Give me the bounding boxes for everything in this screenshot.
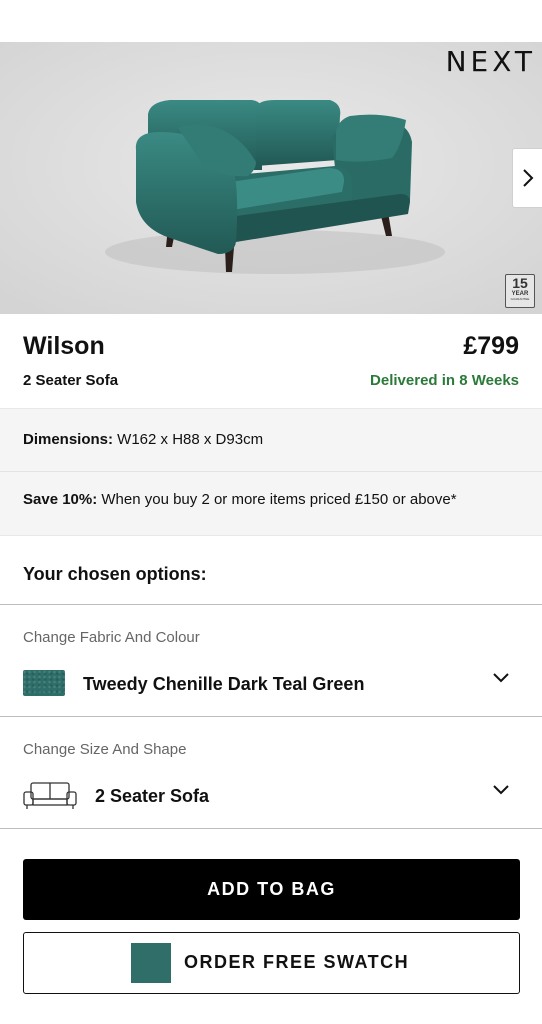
sofa-icon — [23, 782, 77, 809]
info-panel: Dimensions: W162 x H88 x D93cm Save 10%:… — [0, 408, 542, 536]
chevron-right-icon — [522, 169, 533, 187]
product-image[interactable]: NEXT 15 YEAR GUARANTEE — [0, 42, 542, 314]
order-swatch-button[interactable]: ORDER FREE SWATCH — [23, 932, 520, 994]
brand-logo: NEXT — [445, 45, 536, 78]
divider — [0, 716, 542, 717]
dimensions-value: W162 x H88 x D93cm — [113, 431, 264, 448]
promotion-label: Save 10%: — [23, 491, 98, 508]
product-subtitle: 2 Seater Sofa — [23, 372, 119, 389]
product-title: Wilson — [23, 332, 105, 360]
add-to-bag-button[interactable]: ADD TO BAG — [23, 859, 520, 920]
order-swatch-label: ORDER FREE SWATCH — [184, 952, 410, 972]
options-heading: Your chosen options: — [23, 564, 207, 584]
product-price: £799 — [463, 332, 519, 360]
size-value: 2 Seater Sofa — [95, 786, 210, 806]
promotion-row: Save 10%: When you buy 2 or more items p… — [23, 491, 457, 508]
swatch-thumbnail — [131, 943, 171, 983]
chevron-down-icon[interactable] — [492, 671, 510, 683]
promotion-value: When you buy 2 or more items priced £150… — [97, 491, 457, 508]
guarantee-number: 15 — [512, 275, 528, 291]
divider — [0, 604, 542, 605]
delivery-status: Delivered in 8 Weeks — [370, 372, 519, 389]
fabric-swatch — [23, 670, 65, 696]
guarantee-badge: 15 YEAR GUARANTEE — [505, 274, 535, 308]
next-image-button[interactable] — [512, 148, 542, 208]
fabric-value: Tweedy Chenille Dark Teal Green — [83, 674, 365, 694]
fabric-label: Change Fabric And Colour — [23, 629, 200, 646]
sofa-photo — [0, 42, 542, 314]
size-label: Change Size And Shape — [23, 741, 187, 758]
divider — [0, 471, 542, 472]
chevron-down-icon[interactable] — [492, 783, 510, 795]
dimensions-row: Dimensions: W162 x H88 x D93cm — [23, 431, 263, 448]
guarantee-text: GUARANTEE — [510, 297, 530, 301]
dimensions-label: Dimensions: — [23, 431, 114, 448]
divider — [0, 828, 542, 829]
